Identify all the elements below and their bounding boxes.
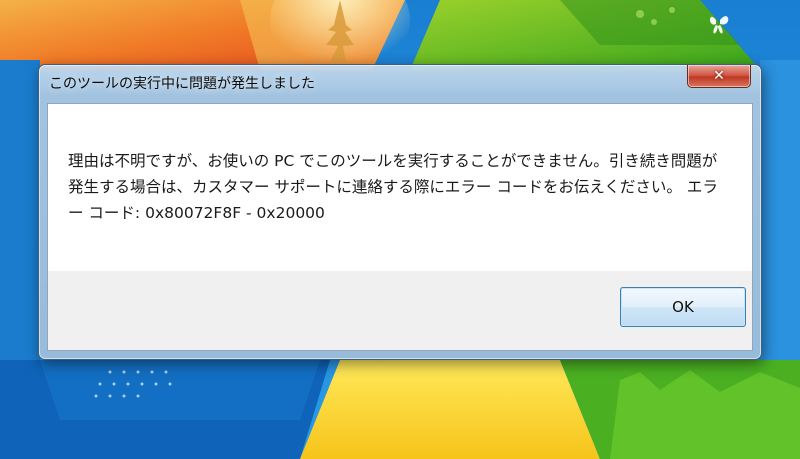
dialog-client-area: 理由は不明ですが、お使いの PC でこのツールを実行することができません。引き続…: [47, 103, 753, 351]
message-area: 理由は不明ですが、お使いの PC でこのツールを実行することができません。引き続…: [48, 104, 752, 271]
dialog-title: このツールの実行中に問題が発生しました: [49, 76, 315, 92]
close-button[interactable]: ✕: [687, 65, 751, 88]
ok-button[interactable]: OK: [620, 287, 746, 327]
close-icon: ✕: [713, 68, 725, 84]
desktop: このツールの実行中に問題が発生しました ✕ 理由は不明ですが、お使いの PC で…: [0, 0, 800, 459]
error-dialog: このツールの実行中に問題が発生しました ✕ 理由は不明ですが、お使いの PC で…: [38, 64, 762, 360]
error-message: 理由は不明ですが、お使いの PC でこのツールを実行することができません。引き続…: [68, 152, 718, 222]
ok-button-label: OK: [672, 298, 694, 316]
